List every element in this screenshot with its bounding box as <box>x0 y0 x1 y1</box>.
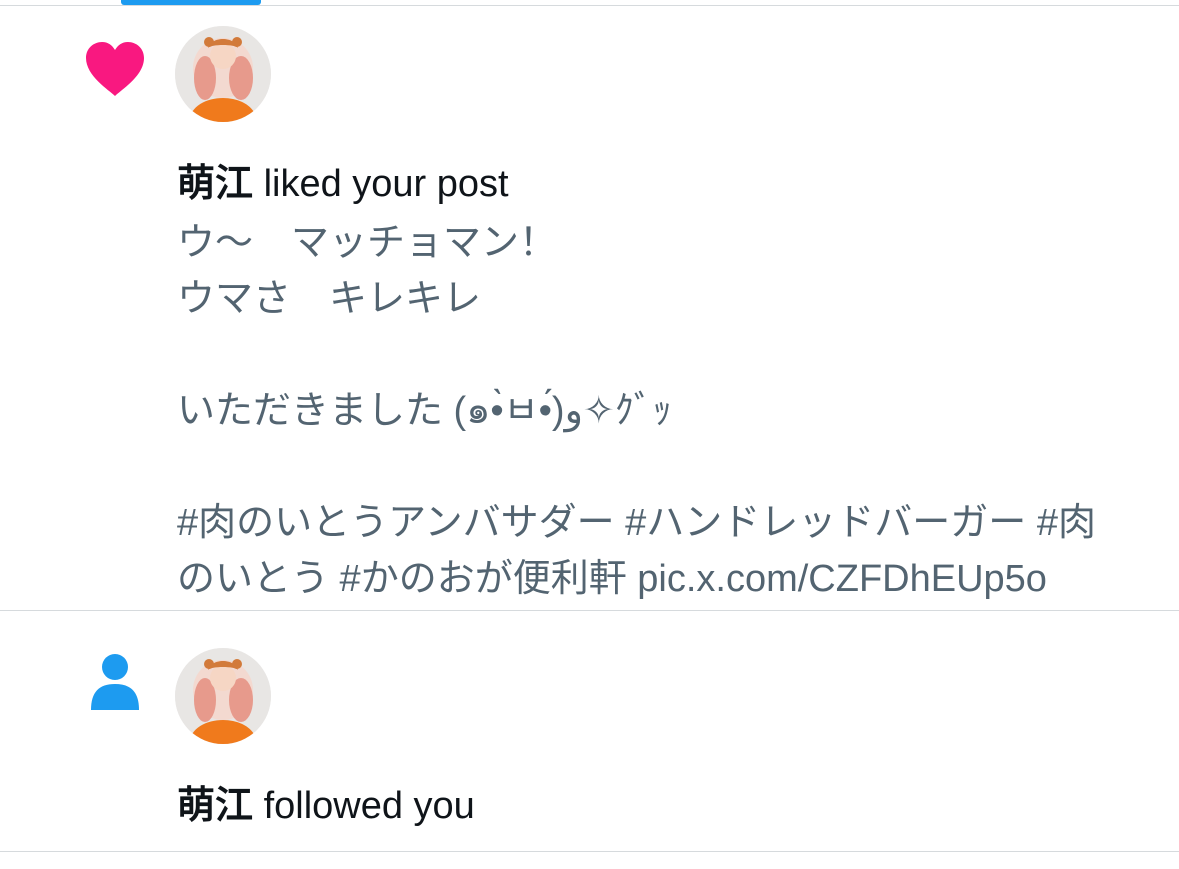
action-text: liked your post <box>253 163 509 205</box>
post-line: いただきました (๑•̀ㅂ•́)و✧ｸﾞｯ <box>177 390 672 432</box>
post-line: ウマさ キレキレ <box>177 278 482 320</box>
post-line <box>177 327 1157 383</box>
post-preview[interactable]: ウ〜 マッチョマン！ ウマさ キレキレ いただきました (๑•̀ㅂ•́)و✧ｸﾞ… <box>177 215 1157 607</box>
notification-follow[interactable]: 萌江 followed you <box>0 612 1179 852</box>
notification-headline: 萌江 followed you <box>177 774 475 829</box>
action-text: followed you <box>253 785 475 827</box>
user-name[interactable]: 萌江 <box>177 785 253 827</box>
post-line: #肉のいとうアンバサダー #ハンドレッドバーガー #肉 <box>177 502 1096 544</box>
notification-headline: 萌江 liked your post <box>177 152 509 207</box>
avatar[interactable] <box>175 648 271 744</box>
notification-like[interactable]: 萌江 liked your post ウ〜 マッチョマン！ ウマさ キレキレ い… <box>0 6 1179 611</box>
person-icon <box>89 652 141 712</box>
avatar[interactable] <box>175 26 271 122</box>
post-line: のいとう #かのおが便利軒 pic.x.com/CZFDhEUp5o <box>177 558 1047 600</box>
user-name[interactable]: 萌江 <box>177 163 253 205</box>
post-line <box>177 439 1157 495</box>
heart-icon <box>84 40 146 98</box>
active-tab-indicator <box>121 0 261 5</box>
post-line: ウ〜 マッチョマン！ <box>177 222 558 264</box>
